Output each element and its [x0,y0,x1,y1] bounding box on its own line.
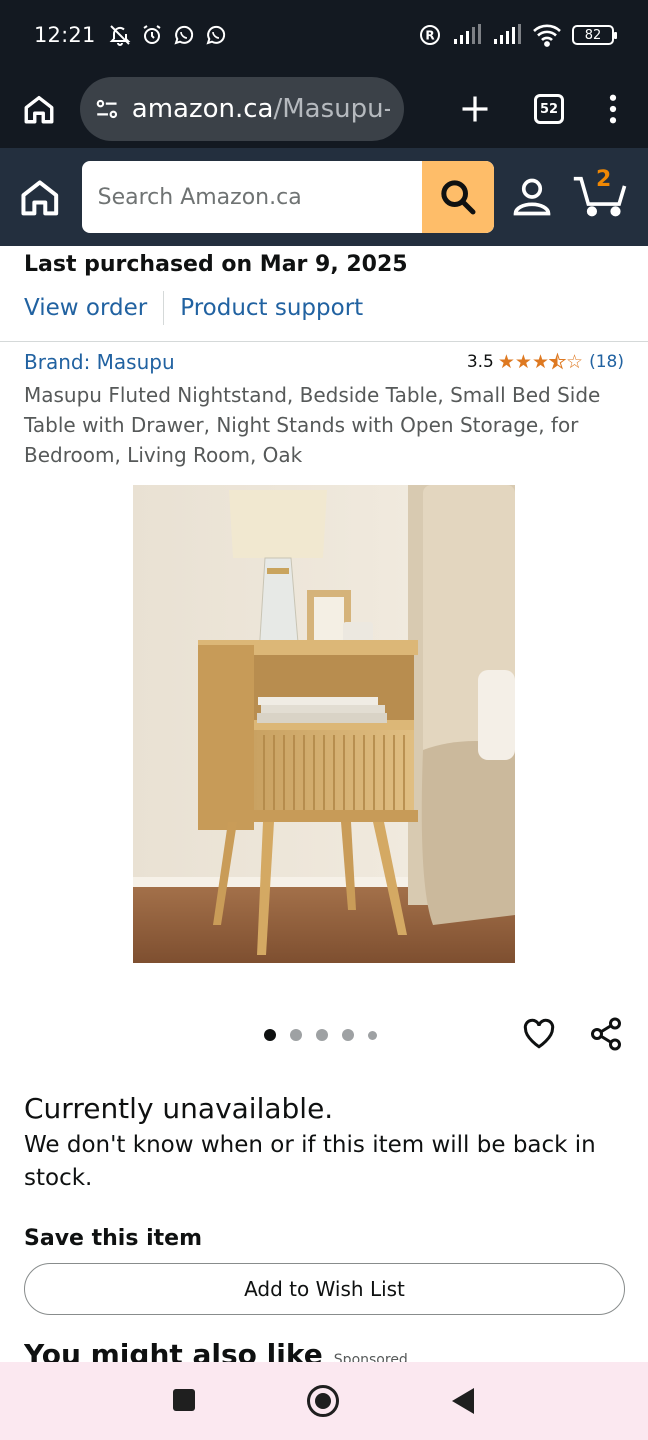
purchase-info: Last purchased on Mar 9, 2025 View order… [0,246,648,342]
carousel-dot[interactable] [342,1029,354,1041]
alarm-icon [142,25,161,44]
cart-button[interactable]: 2 [572,167,630,221]
carousel-dot[interactable] [290,1029,302,1041]
system-status-icons: R 82 [418,23,617,47]
star-full-icon: ★ [531,350,549,373]
product-support-link[interactable]: Product support [180,295,363,321]
sponsored-label: Sponsored [333,1352,408,1362]
star-rating: ★ ★ ★ ★ ☆ [497,350,584,373]
product-title: Masupu Fluted Nightstand, Bedside Table,… [24,383,601,467]
search-button[interactable] [422,161,494,233]
signal-icon [454,24,481,44]
carousel-dots [264,1029,377,1041]
system-nav-bar [0,1362,648,1440]
url-path: /Masupu-N [273,94,390,124]
divider [163,291,165,325]
status-bar: 12:21 R 82 [0,0,648,70]
recent-apps-button[interactable] [173,1389,195,1411]
star-half-icon: ★ [548,350,567,373]
star-empty-icon: ☆ [566,350,584,373]
home-button[interactable] [307,1385,339,1417]
purchase-links: View order Product support [24,291,624,325]
url-domain: amazon.ca [131,94,274,124]
carousel-dot[interactable] [368,1030,377,1040]
heart-icon[interactable] [521,1016,557,1052]
search-input[interactable] [81,161,422,233]
account-icon[interactable] [510,175,554,219]
save-item-title: Save this item [24,1226,202,1251]
rating[interactable]: 3.5 ★ ★ ★ ★ ☆ (18) [466,350,624,373]
amazon-home-icon[interactable] [18,175,62,219]
carousel-dot[interactable] [316,1029,328,1041]
site-settings-icon[interactable] [94,95,120,123]
search-box [81,161,494,233]
view-order-link[interactable]: View order [24,295,147,321]
recommendations-title: You might also like [24,1338,323,1362]
last-purchased-text: Last purchased on Mar 9, 2025 [24,252,408,277]
signal-icon [494,24,521,44]
status-time: 12:21 [34,23,96,47]
browser-toolbar: amazon.ca/Masupu-N 52 [0,70,648,148]
rating-value: 3.5 [466,352,494,372]
muted-bell-icon [109,25,130,46]
share-icon[interactable] [588,1016,624,1052]
back-button[interactable] [452,1388,474,1414]
availability-description: We don't know when or if this item will … [24,1132,596,1191]
availability-section: Currently unavailable. We don't know whe… [24,1092,624,1195]
brand-link[interactable]: Brand: Masupu [24,350,175,374]
battery-icon: 82 [572,25,617,45]
image-carousel-controls [0,1012,648,1058]
product-image[interactable] [133,485,515,963]
product-header: Brand: Masupu 3.5 ★ ★ ★ ★ ☆ (18) Masupu … [24,350,624,470]
registered-icon: R [420,25,440,45]
rating-count[interactable]: (18) [589,352,624,372]
browser-home-icon[interactable] [22,92,56,126]
wifi-icon [533,24,561,47]
whatsapp-icon [205,25,225,45]
cart-count: 2 [596,167,612,192]
add-to-wish-list-button[interactable]: Add to Wish List [24,1263,625,1315]
notification-icons [108,23,228,47]
whatsapp-icon [173,25,193,45]
url-bar[interactable]: amazon.ca/Masupu-N [80,77,404,141]
amazon-header: 2 [0,148,648,246]
carousel-dot[interactable] [264,1029,276,1041]
star-full-icon: ★ [514,350,532,373]
availability-title: Currently unavailable. [24,1092,334,1125]
svg-text:R: R [425,29,434,43]
url-text[interactable]: amazon.ca/Masupu-N [132,94,390,124]
nightstand-photo [133,485,515,963]
new-tab-icon[interactable] [460,94,490,124]
menu-icon[interactable] [608,94,618,124]
search-icon [441,180,476,215]
star-full-icon: ★ [497,350,515,373]
tab-switcher-button[interactable]: 52 [534,94,564,124]
recommendations-heading: You might also like Sponsored [24,1338,408,1362]
browser-actions: 52 [460,94,618,124]
brand-row: Brand: Masupu 3.5 ★ ★ ★ ★ ☆ (18) [24,350,624,374]
battery-level: 82 [584,27,602,43]
header-icons: 2 [510,167,630,221]
